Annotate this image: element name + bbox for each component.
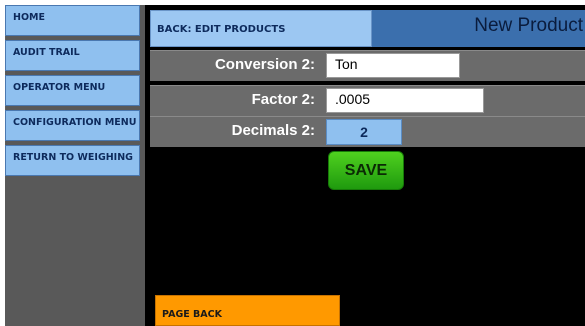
- main-content: BACK: EDIT PRODUCTS New Product Conversi…: [145, 5, 585, 326]
- factor-label: Factor 2:: [251, 91, 315, 108]
- page-back-button[interactable]: PAGE BACK: [155, 295, 340, 326]
- decimals-row: Decimals 2: 2: [150, 116, 585, 147]
- decimals-label: Decimals 2:: [231, 122, 315, 139]
- conversion-row: Conversion 2: Ton: [150, 50, 585, 81]
- sidebar-item-operator-menu[interactable]: OPERATOR MENU: [5, 75, 140, 106]
- sidebar-item-configuration-menu[interactable]: CONFIGURATION MENU: [5, 110, 140, 141]
- page-title: New Product: [474, 15, 583, 36]
- conversion-label: Conversion 2:: [214, 56, 315, 73]
- sidebar-item-return-to-weighing[interactable]: RETURN TO WEIGHING: [5, 145, 140, 176]
- decimals-selector[interactable]: 2: [326, 119, 402, 145]
- conversion-field[interactable]: Ton: [326, 53, 460, 78]
- sidebar-item-audit-trail[interactable]: AUDIT TRAIL: [5, 40, 140, 71]
- sidebar: HOME AUDIT TRAIL OPERATOR MENU CONFIGURA…: [5, 5, 145, 326]
- header-bar: BACK: EDIT PRODUCTS New Product: [150, 10, 585, 47]
- factor-field[interactable]: .0005: [326, 88, 484, 113]
- save-button[interactable]: SAVE: [328, 151, 404, 190]
- factor-row: Factor 2: .0005: [150, 85, 585, 116]
- sidebar-item-home[interactable]: HOME: [5, 5, 140, 36]
- back-edit-products-button[interactable]: BACK: EDIT PRODUCTS: [150, 10, 372, 47]
